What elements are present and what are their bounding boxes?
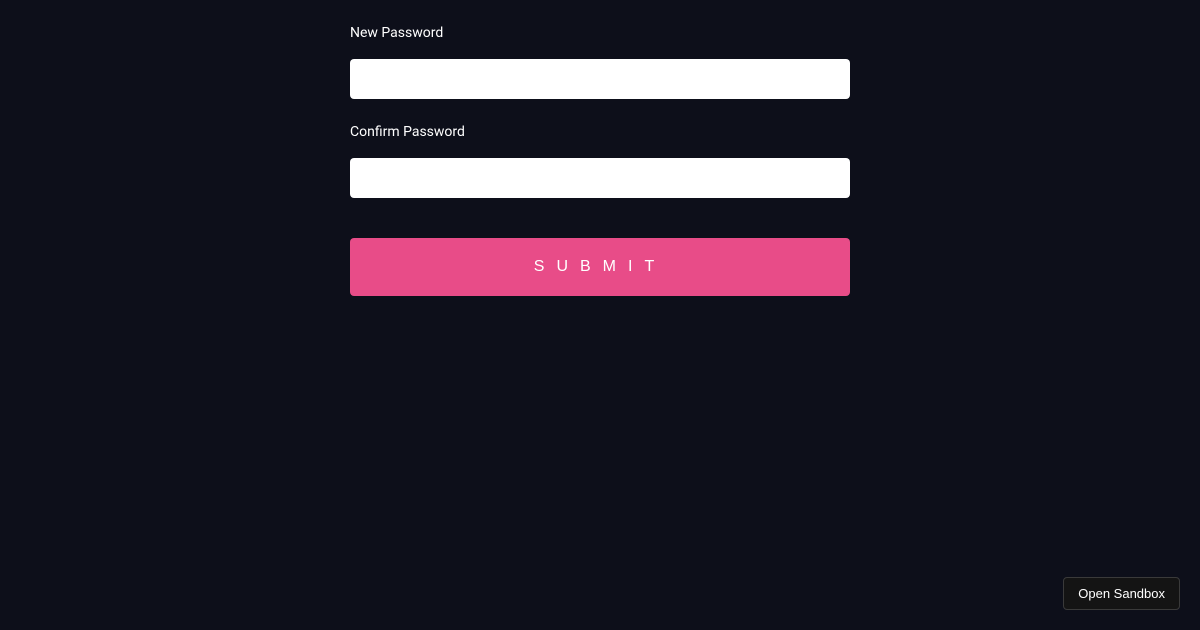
confirm-password-input[interactable] [350,158,850,198]
password-form: New Password Confirm Password Submit [350,0,850,296]
confirm-password-group: Confirm Password [350,124,850,198]
submit-button[interactable]: Submit [350,238,850,296]
new-password-label: New Password [350,25,850,41]
open-sandbox-button[interactable]: Open Sandbox [1063,577,1180,610]
new-password-group: New Password [350,25,850,99]
new-password-input[interactable] [350,59,850,99]
confirm-password-label: Confirm Password [350,124,850,140]
